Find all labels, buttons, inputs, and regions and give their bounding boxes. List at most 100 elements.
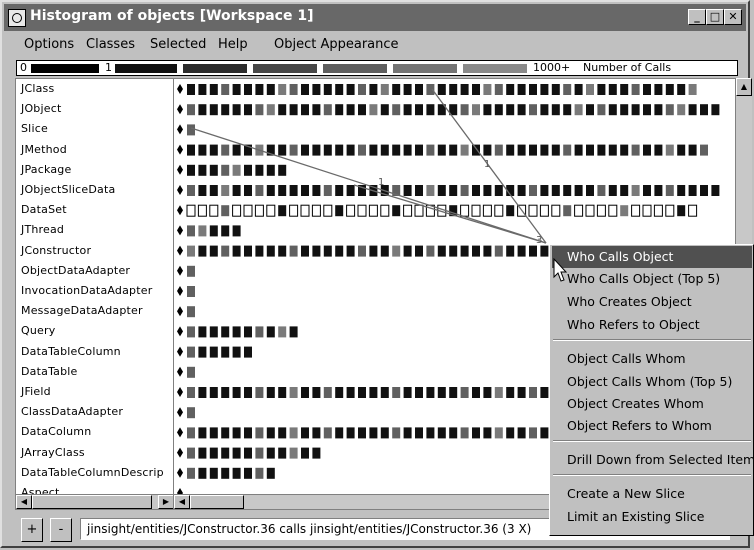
object-box[interactable]: [460, 104, 469, 116]
object-box[interactable]: [323, 387, 332, 398]
object-box[interactable]: [700, 185, 708, 196]
object-box[interactable]: [187, 144, 195, 156]
object-box[interactable]: [586, 84, 594, 95]
class-list-item[interactable]: DataSet: [21, 203, 67, 216]
menu-classes[interactable]: Classes: [86, 37, 135, 52]
object-box[interactable]: [688, 84, 697, 95]
object-box[interactable]: [403, 245, 412, 257]
scroll-right-icon[interactable]: ▶: [158, 495, 174, 509]
object-box[interactable]: [278, 144, 287, 156]
object-box[interactable]: [586, 104, 594, 116]
maximize-button[interactable]: □: [706, 9, 724, 25]
class-list-item[interactable]: JObject: [21, 102, 61, 115]
object-box[interactable]: [517, 245, 526, 257]
object-box[interactable]: [312, 427, 321, 439]
object-box[interactable]: [380, 204, 390, 217]
object-box[interactable]: [198, 427, 207, 439]
object-box[interactable]: [677, 144, 686, 156]
object-box[interactable]: [255, 104, 264, 116]
object-box[interactable]: [187, 124, 195, 136]
object-box[interactable]: [700, 144, 708, 156]
object-box[interactable]: [414, 204, 424, 217]
object-box[interactable]: [529, 84, 537, 95]
object-box[interactable]: [221, 164, 230, 176]
object-box[interactable]: [278, 427, 287, 439]
object-box[interactable]: [415, 104, 423, 116]
object-box[interactable]: [620, 185, 629, 196]
object-box[interactable]: [346, 387, 355, 398]
object-box[interactable]: [198, 185, 207, 196]
object-box[interactable]: [278, 164, 287, 176]
object-box[interactable]: [346, 245, 355, 257]
object-box[interactable]: [528, 204, 538, 217]
context-menu-item[interactable]: Who Creates Object: [552, 291, 752, 313]
object-box[interactable]: [255, 84, 264, 95]
object-box[interactable]: [232, 164, 241, 176]
object-box[interactable]: [335, 387, 344, 398]
object-box[interactable]: [415, 387, 423, 398]
menu-object-appearance[interactable]: Object Appearance: [274, 37, 399, 52]
object-box[interactable]: [540, 104, 549, 116]
object-box[interactable]: [574, 104, 583, 116]
context-menu-item[interactable]: Drill Down from Selected Items: [552, 449, 754, 471]
object-box[interactable]: [415, 245, 423, 257]
object-box[interactable]: [472, 84, 480, 95]
object-box[interactable]: [483, 84, 492, 95]
object-box[interactable]: [688, 144, 697, 156]
object-box[interactable]: [221, 346, 230, 358]
object-box[interactable]: [266, 84, 275, 95]
object-box[interactable]: [586, 144, 594, 156]
object-box[interactable]: [426, 104, 435, 116]
object-box[interactable]: [244, 467, 252, 479]
object-box[interactable]: [392, 245, 401, 257]
object-box[interactable]: [460, 84, 469, 95]
object-box[interactable]: [449, 245, 458, 257]
object-box[interactable]: [255, 185, 264, 196]
object-box[interactable]: [494, 204, 504, 217]
object-box[interactable]: [312, 144, 321, 156]
object-box[interactable]: [517, 104, 526, 116]
object-box[interactable]: [563, 185, 572, 196]
object-box[interactable]: [449, 427, 458, 439]
object-box[interactable]: [540, 387, 549, 398]
object-box[interactable]: [529, 185, 537, 196]
object-box[interactable]: [312, 84, 321, 95]
object-box[interactable]: [597, 104, 606, 116]
object-box[interactable]: [483, 387, 492, 398]
object-box[interactable]: [243, 204, 253, 217]
object-box[interactable]: [620, 104, 629, 116]
object-box[interactable]: [368, 204, 378, 217]
object-box[interactable]: [244, 387, 252, 398]
object-box[interactable]: [369, 84, 378, 95]
object-box[interactable]: [551, 144, 560, 156]
object-box[interactable]: [596, 204, 606, 217]
object-box[interactable]: [221, 205, 230, 217]
object-box[interactable]: [631, 204, 641, 217]
object-box[interactable]: [369, 144, 378, 156]
object-box[interactable]: [312, 185, 321, 196]
object-box[interactable]: [517, 387, 526, 398]
object-box[interactable]: [187, 84, 195, 95]
object-box[interactable]: [369, 104, 378, 116]
object-box[interactable]: [221, 467, 230, 479]
class-list-item[interactable]: ClassDataAdapter: [21, 405, 123, 418]
object-box[interactable]: [289, 427, 298, 439]
object-box[interactable]: [563, 144, 572, 156]
object-box[interactable]: [426, 427, 435, 439]
object-box[interactable]: [403, 185, 412, 196]
object-box[interactable]: [335, 245, 344, 257]
object-box[interactable]: [380, 144, 389, 156]
object-box[interactable]: [551, 185, 560, 196]
object-box[interactable]: [187, 265, 195, 277]
object-box[interactable]: [392, 205, 401, 217]
class-list-item[interactable]: DataTableColumn: [21, 345, 121, 358]
scroll-thumb[interactable]: [190, 495, 244, 509]
object-box[interactable]: [209, 387, 218, 398]
object-box[interactable]: [506, 205, 515, 217]
object-box[interactable]: [244, 84, 252, 95]
object-box[interactable]: [289, 387, 298, 398]
zoom-in-button[interactable]: +: [21, 518, 43, 542]
object-box[interactable]: [244, 104, 252, 116]
class-list-item[interactable]: JObjectSliceData: [21, 183, 115, 196]
app-icon[interactable]: [8, 9, 26, 27]
